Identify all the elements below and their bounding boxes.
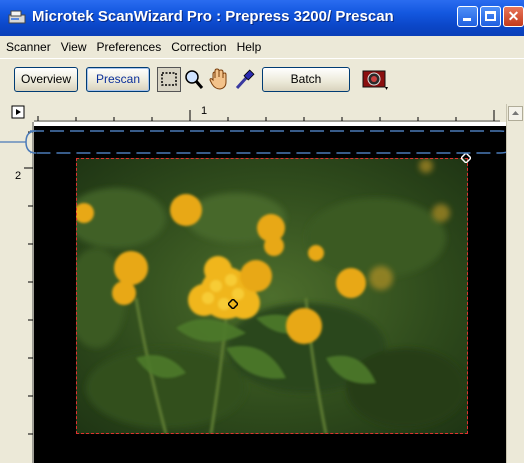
batch-button[interactable]: Batch <box>262 67 350 92</box>
menu-help[interactable]: Help <box>232 40 267 54</box>
scan-area-frame[interactable] <box>76 158 468 434</box>
minimize-icon <box>463 18 471 21</box>
arrow-up-icon <box>512 111 519 115</box>
select-rectangle-icon <box>161 72 177 86</box>
menu-bar: Scanner View Preferences Correction Help <box>0 36 524 58</box>
frame-center-handle[interactable] <box>228 299 238 309</box>
menu-view[interactable]: View <box>56 40 92 54</box>
minimize-button[interactable] <box>457 6 478 27</box>
toolbar: Overview Prescan Batch <box>0 58 524 102</box>
zoom-tool[interactable] <box>182 67 206 92</box>
vertical-scrollbar[interactable] <box>506 104 524 463</box>
ruler-ticks <box>11 105 500 122</box>
title-bar[interactable]: Microtek ScanWizard Pro : Prepress 3200/… <box>0 0 524 36</box>
overview-button[interactable]: Overview <box>14 67 78 92</box>
prescan-button[interactable]: Prescan <box>86 67 150 92</box>
close-button[interactable]: ✕ <box>503 6 524 27</box>
ruler-label-1: 1 <box>201 105 208 117</box>
app-scanner-icon <box>8 10 26 24</box>
menu-correction[interactable]: Correction <box>166 40 231 54</box>
ruler-label-2: 2 <box>15 170 22 182</box>
vertical-ruler: 2 <box>0 122 34 463</box>
callout-highlight <box>0 130 515 154</box>
eyedropper-tool[interactable] <box>232 67 256 92</box>
maximize-icon <box>485 11 496 21</box>
scroll-up-button[interactable] <box>508 106 523 121</box>
select-rectangle-tool[interactable] <box>157 67 181 92</box>
close-icon: ✕ <box>507 8 520 24</box>
menu-scanner[interactable]: Scanner <box>0 40 56 54</box>
hand-tool[interactable] <box>207 67 231 92</box>
scanner-camera-icon <box>362 70 388 90</box>
window-title: Microtek ScanWizard Pro : Prepress 3200/… <box>32 8 394 25</box>
eyedropper-icon <box>235 69 255 90</box>
maximize-button[interactable] <box>480 6 501 27</box>
menu-preferences[interactable]: Preferences <box>92 40 167 54</box>
scanner-camera-button[interactable] <box>360 67 390 92</box>
magnifier-icon <box>185 70 204 89</box>
hand-icon <box>209 68 227 90</box>
horizontal-ruler: 1 <box>0 102 524 122</box>
